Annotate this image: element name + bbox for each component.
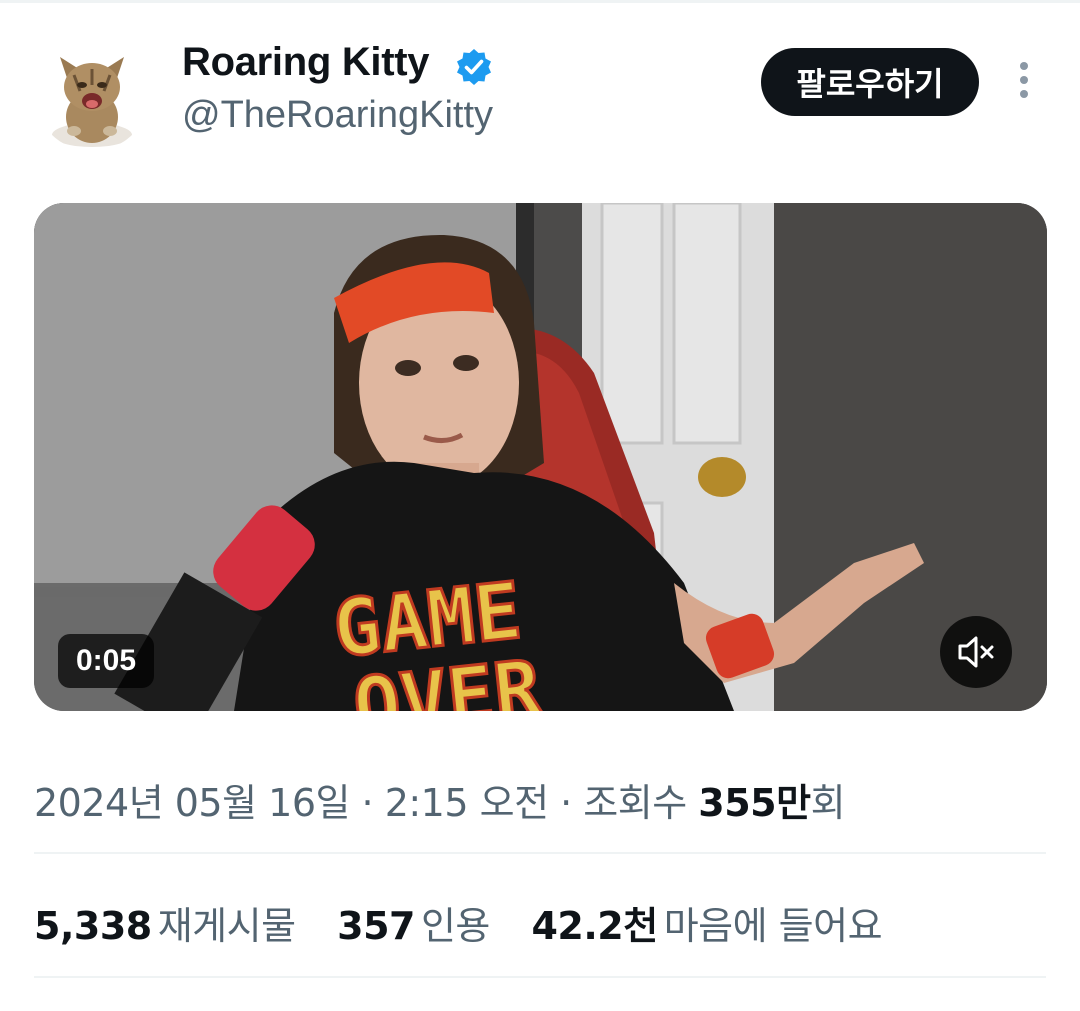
follow-button[interactable]: 팔로우하기 bbox=[761, 48, 979, 116]
video-timestamp: 0:05 bbox=[58, 634, 154, 688]
verified-badge-icon bbox=[454, 47, 494, 87]
quotes-label: 인용 bbox=[420, 904, 490, 948]
unmute-button[interactable] bbox=[940, 616, 1012, 688]
views-label: 조회수 bbox=[583, 781, 699, 825]
user-handle[interactable]: @TheRoaringKitty bbox=[182, 94, 493, 137]
avatar[interactable] bbox=[34, 35, 150, 151]
reposts-count: 5,338 bbox=[34, 904, 152, 948]
video-player[interactable]: GAME OVER bbox=[34, 203, 1047, 711]
reposts-label: 재게시물 bbox=[157, 904, 296, 948]
divider bbox=[34, 976, 1046, 978]
meta-separator: · bbox=[548, 781, 584, 825]
divider bbox=[34, 852, 1046, 854]
meta-separator: · bbox=[349, 781, 385, 825]
tweet-date[interactable]: 2024년 05월 16일 bbox=[34, 781, 350, 825]
views-suffix: 회 bbox=[810, 781, 846, 825]
likes-stat[interactable]: 42.2천 마음에 들어요 bbox=[531, 895, 882, 950]
top-divider bbox=[0, 0, 1080, 3]
likes-label: 마음에 들어요 bbox=[663, 904, 883, 948]
likes-count: 42.2천 bbox=[531, 904, 658, 948]
more-vertical-icon[interactable] bbox=[1010, 62, 1038, 102]
views-count: 355만 bbox=[698, 781, 811, 825]
engagement-stats: 5,338 재게시물 357 인용 42.2천 마음에 들어요 bbox=[34, 895, 912, 950]
display-name[interactable]: Roaring Kitty bbox=[182, 40, 430, 85]
quotes-count: 357 bbox=[337, 904, 415, 948]
kitten-avatar-icon bbox=[52, 57, 132, 147]
video-frame: GAME OVER bbox=[34, 203, 1047, 711]
quotes-stat[interactable]: 357 인용 bbox=[337, 895, 490, 950]
reposts-stat[interactable]: 5,338 재게시물 bbox=[34, 895, 296, 950]
speaker-muted-icon bbox=[958, 636, 994, 668]
tweet-time[interactable]: 2:15 오전 bbox=[385, 781, 549, 825]
tweet-meta: 2024년 05월 16일 · 2:15 오전 · 조회수 355만회 bbox=[34, 772, 846, 827]
